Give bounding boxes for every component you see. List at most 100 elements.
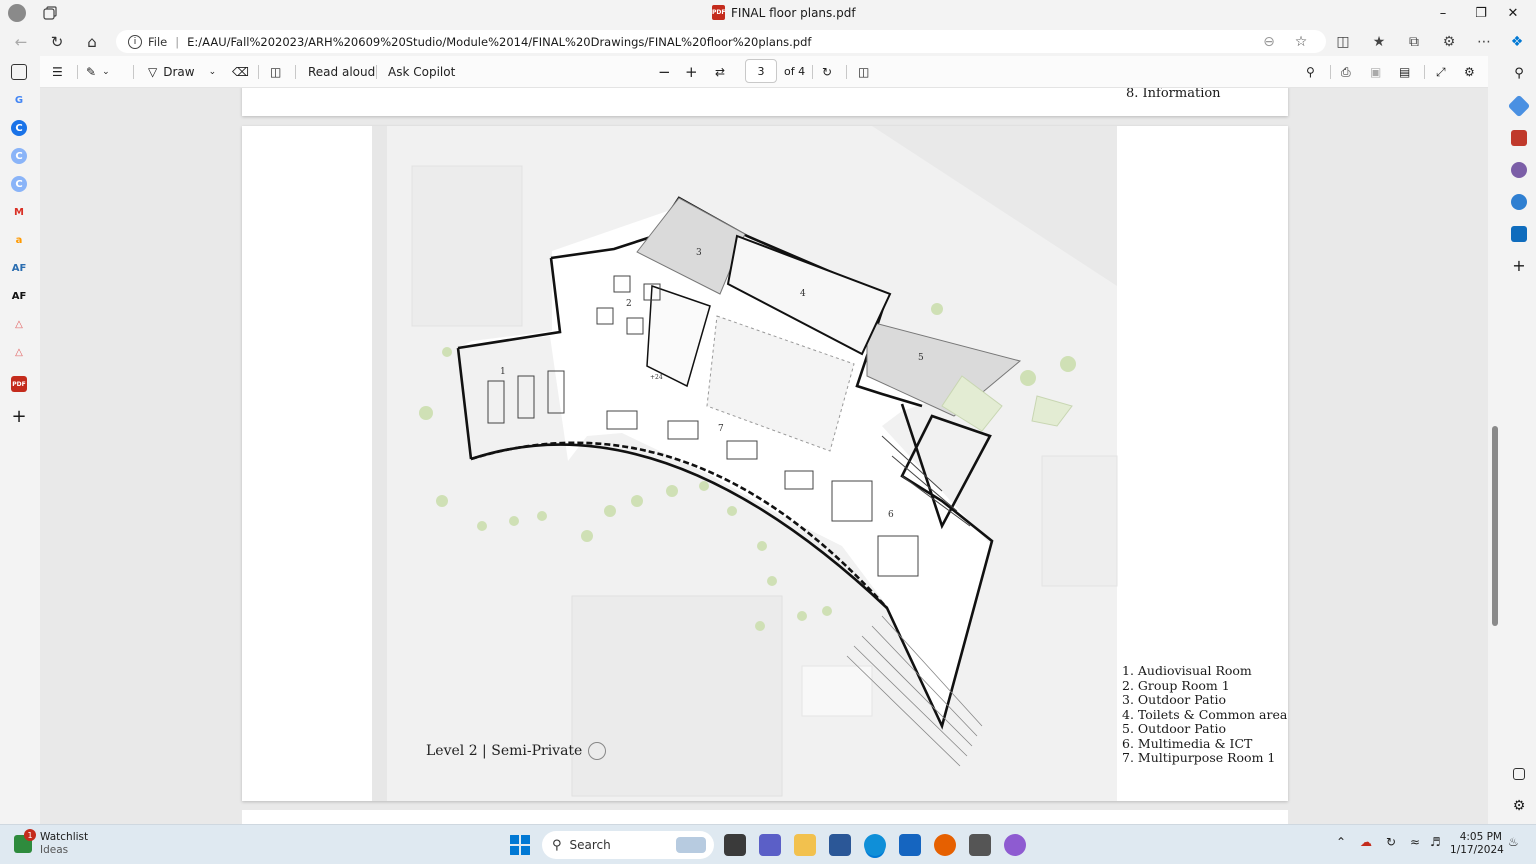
chevron-down-icon: ⌄ (208, 67, 217, 77)
close-button[interactable]: ✕ (1490, 0, 1536, 27)
app-icon[interactable] (969, 834, 991, 856)
home-button[interactable]: ⌂ (81, 31, 103, 53)
pdf-page: 1 2 3 4 5 6 7 +24 Level 2 | Semi-Private… (242, 126, 1288, 801)
gmail-icon[interactable]: M (11, 204, 27, 220)
draw-button[interactable]: ▽ Draw ⌄ (148, 63, 216, 81)
onedrive-icon[interactable]: ☁ (1360, 835, 1372, 849)
eraser-icon[interactable]: ⌫ (232, 63, 249, 81)
clock-time: 4:05 PM (1459, 831, 1502, 843)
file-explorer-icon[interactable] (794, 834, 816, 856)
print-icon[interactable]: ⎙ (1341, 63, 1351, 81)
sync-icon[interactable]: ↻ (1386, 835, 1396, 849)
scrollbar-thumb[interactable] (1492, 426, 1498, 626)
hide-sidebar-icon[interactable] (1513, 768, 1525, 780)
legend-item: 6. Multimedia & ICT (1122, 735, 1253, 751)
collections-icon[interactable]: ⧉ (1403, 31, 1425, 53)
save-as-icon[interactable]: ▤ (1399, 63, 1410, 81)
add-tab-icon[interactable]: + (11, 406, 27, 427)
clock[interactable]: 4:05 PM 1/17/2024 (1450, 831, 1504, 857)
site-info-icon[interactable]: i (128, 34, 142, 49)
sidebar-toggle-icon[interactable] (11, 64, 27, 80)
highlight-icon[interactable]: ✎ ⌄ (86, 63, 110, 81)
outlook-icon[interactable] (1511, 226, 1527, 242)
vertical-scrollbar[interactable] (1488, 56, 1502, 824)
app-warning2-icon[interactable]: △ (11, 344, 27, 360)
kiosk-block (801, 665, 873, 717)
firefox-icon[interactable] (934, 834, 956, 856)
fullscreen-icon[interactable]: ⤢ (1436, 63, 1446, 81)
add-sidebar-icon[interactable]: + (1511, 258, 1527, 274)
store-icon[interactable] (829, 834, 851, 856)
ask-copilot-button[interactable]: Ask Copilot (388, 63, 455, 81)
text-box-icon[interactable]: ◫ (270, 63, 281, 81)
search-icon[interactable]: ⚲ (1511, 66, 1527, 82)
notifications-bell-icon[interactable]: ♨ (1508, 835, 1519, 849)
toolbox-icon[interactable] (1511, 130, 1527, 146)
window-title: PDF FINAL floor plans.pdf (712, 5, 856, 20)
office-icon[interactable] (1511, 194, 1527, 210)
split-screen-icon[interactable]: ◫ (1332, 31, 1354, 53)
notification-badge: 1 (24, 829, 36, 841)
amazon-icon[interactable]: a (11, 232, 27, 248)
windows-start-icon[interactable] (509, 834, 531, 856)
toolbar-divider (812, 65, 813, 79)
page-view-icon[interactable]: ◫ (858, 63, 869, 81)
edge-icon[interactable] (864, 834, 886, 856)
page-number-input[interactable]: 3 (745, 59, 777, 83)
app-warning-icon[interactable]: △ (11, 316, 27, 332)
settings-icon[interactable]: ⚙ (1464, 63, 1475, 81)
app-c3-icon[interactable]: C (11, 176, 27, 192)
pdf-tab-icon[interactable]: PDF (11, 376, 27, 392)
tag-icon[interactable] (1507, 94, 1531, 118)
favorites-icon[interactable]: ★ (1368, 31, 1390, 53)
window-title-text: FINAL floor plans.pdf (731, 5, 856, 20)
room-number: 6 (888, 510, 894, 520)
app-c-icon[interactable]: C (11, 120, 27, 136)
google-icon[interactable]: G (11, 92, 27, 108)
sidebar-settings-icon[interactable]: ⚙ (1511, 798, 1527, 814)
search-label: Search (569, 838, 611, 852)
level-mark: +24 (650, 374, 663, 381)
room-number: 2 (626, 299, 632, 309)
games-icon[interactable] (1511, 162, 1527, 178)
north-arrow-icon (588, 742, 607, 760)
watchlist-widget[interactable]: 1 Watchlist Ideas (14, 829, 88, 857)
teams-icon[interactable] (759, 834, 781, 856)
taskbar: 1 Watchlist Ideas ⚲ Search ⌃ ☁ ↻ ≈ ♬ 4:0… (0, 824, 1536, 864)
task-view-icon[interactable] (724, 834, 746, 856)
page-total: of 4 (784, 65, 806, 78)
zoom-in-button[interactable]: + (685, 63, 698, 81)
url-field[interactable]: i File | E:/AAU/Fall%202023/ARH%20609%20… (116, 30, 1326, 53)
extensions-icon[interactable]: ⚙ (1438, 31, 1460, 53)
rotate-icon[interactable]: ↻ (822, 63, 832, 81)
favorite-star-icon[interactable]: ☆ (1290, 31, 1312, 53)
wifi-icon[interactable]: ≈ (1410, 835, 1420, 849)
profile-avatar[interactable] (8, 4, 26, 22)
contents-icon[interactable]: ☰ (52, 63, 63, 81)
back-button[interactable]: ← (10, 31, 32, 53)
legend-item: 7. Multipurpose Room 1 (1122, 750, 1276, 765)
save-icon[interactable]: ▣ (1370, 63, 1381, 81)
pdf-viewer[interactable]: 8. Information 1 2 3 4 5 6 7 +24 Level 2… (40, 88, 1488, 824)
previous-page: 8. Information (242, 88, 1288, 116)
find-icon[interactable]: ⚲ (1306, 63, 1315, 81)
app-af-icon[interactable]: AF (11, 260, 27, 276)
copilot-icon[interactable]: ❖ (1506, 31, 1528, 53)
fit-page-icon[interactable]: ⇄ (715, 63, 725, 81)
taskbar-search[interactable]: ⚲ Search (542, 831, 714, 859)
toolbar-divider (258, 65, 259, 79)
app-af2-icon[interactable]: AF (11, 288, 27, 304)
refresh-button[interactable]: ↻ (46, 31, 68, 53)
app-c2-icon[interactable]: C (11, 148, 27, 164)
widget-subtitle: Ideas (40, 844, 69, 856)
more-menu-icon[interactable]: ⋯ (1473, 31, 1495, 53)
volume-icon[interactable]: ♬ (1430, 835, 1441, 849)
zoom-out-icon[interactable]: ⊖ (1258, 31, 1280, 53)
show-hidden-icons-icon[interactable]: ⌃ (1336, 835, 1346, 849)
toolbar-divider (77, 65, 78, 79)
zoom-out-button[interactable]: − (658, 63, 671, 81)
mail-icon[interactable] (899, 834, 921, 856)
read-aloud-button[interactable]: Read aloud (308, 63, 375, 81)
app-round-icon[interactable] (1004, 834, 1026, 856)
workspaces-icon[interactable] (42, 5, 58, 21)
